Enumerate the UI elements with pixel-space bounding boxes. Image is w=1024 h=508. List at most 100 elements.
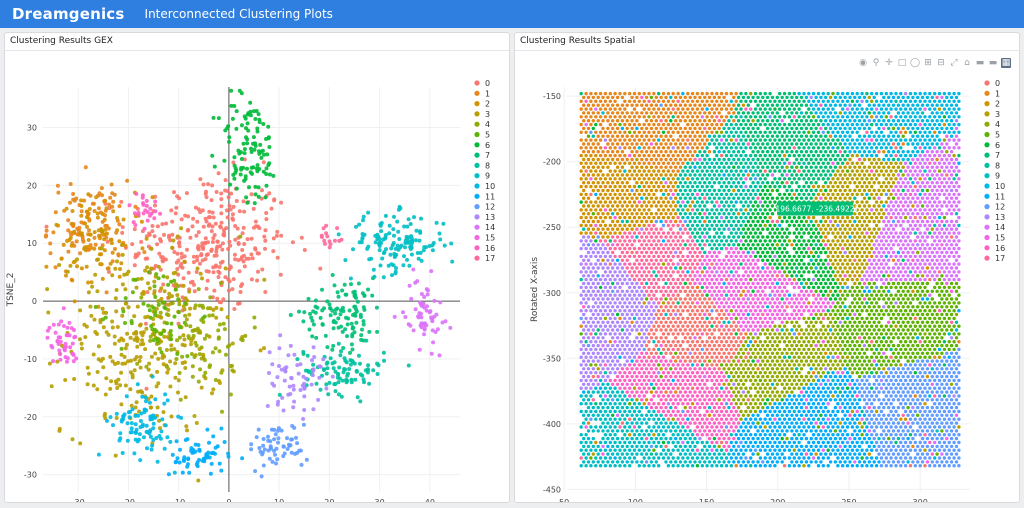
data-point [200, 303, 205, 308]
spot [741, 165, 746, 169]
data-point [435, 327, 440, 332]
spot [925, 95, 930, 100]
spot [591, 142, 595, 146]
spot [903, 184, 908, 189]
data-point [317, 375, 322, 380]
spot [908, 208, 913, 212]
data-point [78, 251, 83, 256]
spot [843, 173, 847, 177]
spot [649, 227, 654, 231]
spot [741, 188, 746, 193]
data-point [79, 346, 84, 351]
data-point [166, 302, 171, 307]
spot [654, 181, 658, 185]
data-point [358, 312, 363, 317]
spot [775, 95, 779, 100]
spot [596, 188, 600, 193]
data-point [169, 343, 174, 348]
spatial-scatter-plot[interactable]: 50100150200250300-150-200-250-300-350-40… [515, 51, 1019, 502]
spot [724, 130, 729, 134]
data-point [92, 209, 97, 213]
data-point [105, 418, 109, 423]
spot [744, 184, 748, 189]
spot [654, 173, 658, 177]
data-point [176, 297, 181, 302]
data-point [170, 245, 175, 250]
spot [688, 212, 692, 216]
spot [940, 188, 944, 193]
spot [894, 146, 898, 150]
spot [591, 119, 595, 123]
data-point [151, 421, 156, 426]
spot [828, 157, 833, 162]
spot [690, 115, 695, 119]
data-point [164, 348, 169, 352]
spot [792, 169, 796, 173]
x-tick-label: 0 [226, 498, 231, 502]
spot [780, 126, 784, 131]
spot [857, 181, 862, 185]
spot [690, 146, 695, 150]
spot [860, 91, 864, 96]
spot [758, 192, 763, 197]
spot [652, 177, 656, 181]
spot [891, 219, 896, 224]
spot [644, 173, 649, 177]
spot [930, 181, 934, 185]
spot [947, 208, 951, 212]
data-point [403, 245, 407, 250]
spot [807, 130, 811, 134]
data-point [242, 264, 247, 269]
spot [761, 219, 765, 224]
data-point [275, 402, 280, 407]
spot [933, 91, 937, 96]
brand-logo[interactable]: Dreamgenics [12, 5, 125, 23]
spot [879, 146, 884, 150]
spot [778, 107, 782, 111]
spot [644, 111, 649, 115]
spot [642, 169, 646, 173]
spot [887, 157, 891, 162]
data-point [92, 235, 97, 240]
spot [734, 115, 738, 119]
spot [582, 204, 586, 208]
spot [925, 103, 930, 107]
spot [727, 188, 731, 193]
spot [591, 212, 595, 216]
data-point [419, 321, 424, 326]
data-point [132, 368, 137, 373]
spot [620, 150, 625, 154]
spot [753, 161, 758, 165]
data-point [224, 208, 229, 213]
data-point [373, 233, 378, 238]
spot [601, 150, 605, 154]
spot [925, 181, 930, 185]
spot [693, 134, 697, 138]
spot [889, 200, 893, 204]
spot [683, 188, 687, 193]
legend-label-5: 5 [995, 131, 1000, 140]
spot [877, 111, 881, 115]
spot [930, 119, 934, 123]
data-point [370, 293, 375, 298]
spot [623, 107, 627, 111]
data-point [309, 315, 314, 320]
spot [908, 115, 913, 119]
data-point [263, 290, 268, 294]
spot [729, 99, 733, 103]
data-point [71, 192, 76, 196]
spot [596, 150, 600, 154]
spot [606, 111, 610, 115]
spot [690, 208, 695, 212]
spot [870, 231, 874, 235]
spot [678, 157, 683, 162]
data-point [381, 251, 386, 256]
spot [717, 157, 721, 162]
spot [913, 223, 917, 228]
gex-scatter-plot[interactable]: -30-20-10010203040-30-20-100102030TSNE_1… [5, 51, 509, 502]
spot [603, 99, 608, 103]
spot [715, 231, 719, 235]
spot [901, 111, 905, 115]
x-tick-label: 10 [274, 498, 284, 502]
data-point [44, 224, 49, 229]
